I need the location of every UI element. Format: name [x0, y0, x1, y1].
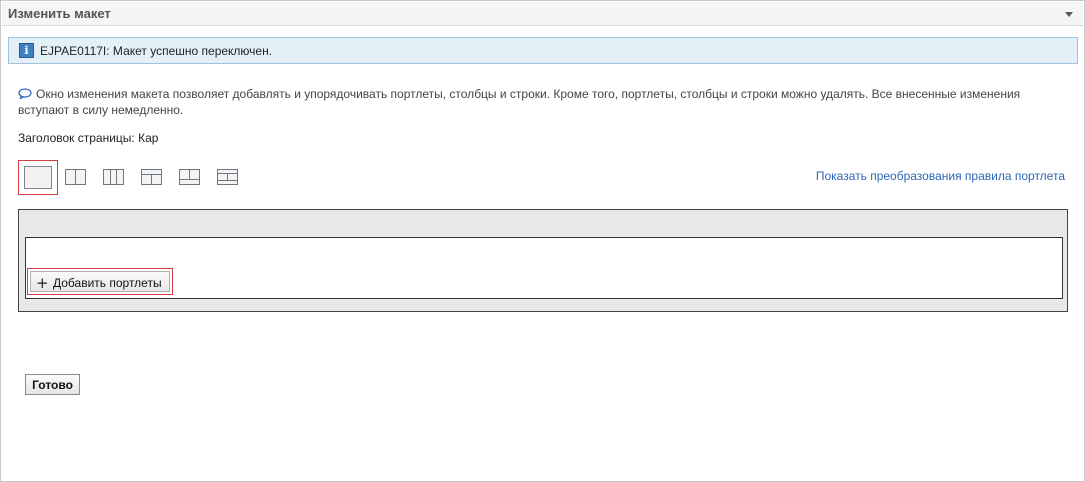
show-rule-transformations-link[interactable]: Показать преобразования правила портлета — [816, 169, 1065, 183]
layout-three-columns-button[interactable] — [103, 169, 124, 185]
layout-two-columns-button[interactable] — [65, 169, 86, 185]
layout-editor-container: + Добавить портлеты — [18, 209, 1068, 312]
edit-layout-portlet: Изменить макет i EJPAE0117I: Макет успеш… — [0, 0, 1085, 482]
info-icon: i — [19, 43, 34, 58]
two-columns-row-layout-icon — [179, 169, 200, 185]
layout-row-two-columns-row-button[interactable] — [217, 169, 238, 185]
layout-one-column-button[interactable] — [18, 160, 58, 195]
one-column-layout-icon — [24, 166, 52, 189]
row-two-columns-layout-icon — [141, 169, 162, 185]
description-text: Окно изменения макета позволяет добавлят… — [18, 87, 1021, 117]
chevron-down-icon[interactable] — [1065, 12, 1073, 17]
add-portlets-button-face: + Добавить портлеты — [30, 271, 170, 292]
two-columns-layout-icon — [65, 169, 86, 185]
add-portlets-button[interactable]: + Добавить портлеты — [27, 268, 173, 295]
layout-row-two-columns-button[interactable] — [141, 169, 162, 185]
layout-column: + Добавить портлеты — [25, 237, 1063, 299]
three-columns-layout-icon — [103, 169, 124, 185]
description: Окно изменения макета позволяет добавлят… — [18, 86, 1058, 118]
speech-bubble-icon — [18, 88, 32, 99]
info-message: i EJPAE0117I: Макет успешно переключен. — [8, 37, 1078, 64]
page-title: Заголовок страницы: Кар — [18, 131, 159, 145]
add-portlets-label: Добавить портлеты — [53, 276, 162, 290]
portlet-title: Изменить макет — [8, 6, 111, 21]
info-message-text: EJPAE0117I: Макет успешно переключен. — [40, 44, 273, 58]
row-two-columns-row-layout-icon — [217, 169, 238, 185]
layout-selector — [18, 160, 258, 196]
done-button[interactable]: Готово — [25, 374, 80, 395]
plus-icon: + — [36, 274, 49, 292]
layout-two-columns-row-button[interactable] — [179, 169, 200, 185]
portlet-titlebar: Изменить макет — [2, 2, 1083, 26]
